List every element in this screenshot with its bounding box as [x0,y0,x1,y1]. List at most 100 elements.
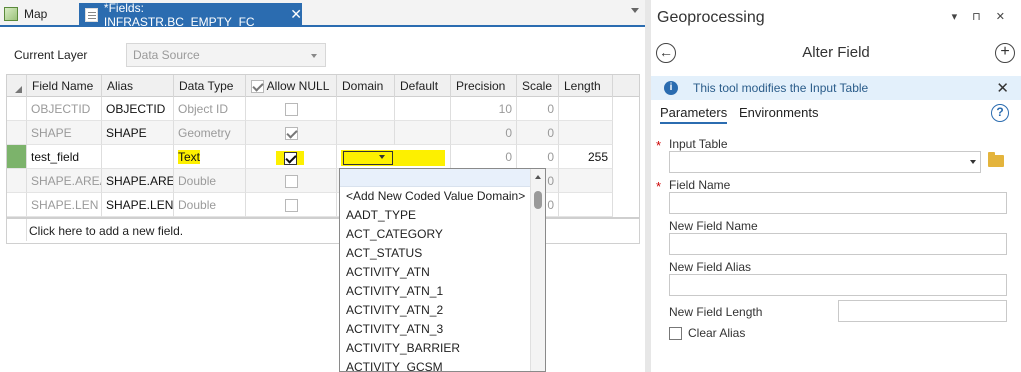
tab-fields[interactable]: *Fields: INFRASTR.BC_EMPTY_FC ✕ [79,1,302,29]
cell-data-type[interactable]: Geometry [174,121,246,145]
input-table-label: Input Table [669,137,728,151]
allow-null-header-checkbox[interactable] [251,80,264,94]
list-item[interactable]: ACT_CATEGORY [340,225,545,244]
close-icon[interactable]: ✕ [290,6,302,23]
select-all-corner[interactable] [7,75,27,97]
cell-length[interactable] [559,193,613,217]
header-domain[interactable]: Domain [337,75,395,97]
folder-icon[interactable] [988,152,1004,167]
row-header[interactable] [7,193,27,217]
cell-domain[interactable] [337,121,395,145]
cell-scale[interactable]: 0 [517,145,559,169]
current-layer-row: Current Layer Data Source [14,43,326,67]
dropdown-scrollbar[interactable] [530,169,545,371]
cell-precision[interactable]: 0 [451,145,517,169]
list-item[interactable]: AADT_TYPE [340,206,545,225]
fields-view-pane: Map *Fields: INFRASTR.BC_EMPTY_FC ✕ Curr… [0,0,645,372]
current-layer-select[interactable]: Data Source [126,43,326,67]
allow-null-checkbox[interactable] [284,175,298,189]
pane-controls[interactable]: ▾ ⊓ ✕ [952,10,1011,23]
header-default[interactable]: Default [395,75,451,97]
cell-field-name[interactable]: SHAPE.AREA [27,169,102,193]
header-data-type[interactable]: Data Type [174,75,246,97]
row-header[interactable] [7,97,27,121]
cell-allow-null[interactable] [246,145,337,169]
tab-map[interactable]: Map [4,3,74,25]
new-field-alias-input[interactable] [669,274,1007,296]
header-alias[interactable]: Alias [102,75,174,97]
row-header[interactable] [7,145,27,169]
clear-alias-checkbox[interactable]: Clear Alias [669,326,745,340]
list-item[interactable]: ACTIVITY_GCSM [340,358,545,371]
tab-environments[interactable]: Environments [739,105,818,120]
allow-null-checkbox[interactable] [283,152,297,166]
allow-null-highlight [276,150,304,166]
cell-data-type[interactable]: Double [174,193,246,217]
allow-null-checkbox[interactable] [284,127,298,141]
allow-null-checkbox[interactable] [284,199,298,213]
dropdown-empty-option[interactable] [340,169,545,187]
cell-allow-null[interactable] [246,121,337,145]
cell-precision[interactable]: 0 [451,121,517,145]
cell-length[interactable] [559,121,613,145]
field-name-input[interactable] [669,192,1007,214]
list-item[interactable]: ACTIVITY_ATN_3 [340,320,545,339]
header-allow-null[interactable]: Allow NULL [246,75,337,97]
cell-allow-null[interactable] [246,169,337,193]
checkbox[interactable] [669,326,682,340]
cell-alias[interactable]: SHAPE.LEN [102,193,174,217]
tab-parameters[interactable]: Parameters [660,105,728,124]
cell-alias[interactable]: SHAPE [102,121,174,145]
domain-combo[interactable] [343,151,393,165]
cell-alias[interactable]: OBJECTID [102,97,174,121]
cell-default[interactable] [395,97,451,121]
cell-length[interactable] [559,97,613,121]
list-item[interactable]: ACTIVITY_ATN [340,263,545,282]
new-field-length-label: New Field Length [669,305,763,319]
header-field-name[interactable]: Field Name [27,75,102,97]
cell-field-name[interactable]: SHAPE [27,121,102,145]
list-item[interactable]: ACTIVITY_ATN_1 [340,282,545,301]
header-scale[interactable]: Scale [517,75,559,97]
row-header[interactable] [7,121,27,145]
scroll-thumb[interactable] [534,191,542,209]
cell-data-type[interactable]: Double [174,169,246,193]
cell-domain[interactable] [337,97,395,121]
domain-dropdown-list[interactable]: <Add New Coded Value Domain> AADT_TYPE A… [339,168,546,372]
cell-domain[interactable] [337,145,451,169]
cell-scale[interactable]: 0 [517,97,559,121]
cell-allow-null[interactable] [246,193,337,217]
cell-field-name[interactable]: SHAPE.LEN [27,193,102,217]
add-button[interactable]: + [995,43,1015,63]
list-item[interactable]: <Add New Coded Value Domain> [340,187,545,206]
cell-alias[interactable] [102,145,174,169]
cell-data-type[interactable]: Object ID [174,97,246,121]
list-item[interactable]: ACTIVITY_BARRIER [340,339,545,358]
scroll-up-icon[interactable] [535,175,541,179]
cell-length[interactable]: 255 [559,145,613,169]
header-allow-null-label: Allow NULL [266,79,330,93]
help-icon[interactable]: ? [991,104,1009,122]
row-header[interactable] [7,169,27,193]
header-precision[interactable]: Precision [451,75,517,97]
new-field-length-input[interactable] [838,300,1007,322]
cell-alias[interactable]: SHAPE.AREA [102,169,174,193]
chevron-down-icon [379,155,385,159]
cell-scale[interactable]: 0 [517,121,559,145]
cell-default[interactable] [395,121,451,145]
cell-allow-null[interactable] [246,97,337,121]
list-item[interactable]: ACT_STATUS [340,244,545,263]
cell-field-name[interactable]: test_field [27,145,102,169]
tab-list-chevron-icon[interactable] [631,8,639,13]
close-icon[interactable]: ✕ [996,79,1009,97]
header-length[interactable]: Length [559,75,613,97]
list-item[interactable]: ACTIVITY_ATN_2 [340,301,545,320]
cell-field-name[interactable]: OBJECTID [27,97,102,121]
allow-null-checkbox[interactable] [284,103,298,117]
new-field-name-input[interactable] [669,233,1007,255]
cell-length[interactable] [559,169,613,193]
clear-alias-label: Clear Alias [688,326,746,340]
input-table-combo[interactable] [669,151,981,173]
cell-data-type[interactable]: Text [174,145,246,169]
cell-precision[interactable]: 10 [451,97,517,121]
